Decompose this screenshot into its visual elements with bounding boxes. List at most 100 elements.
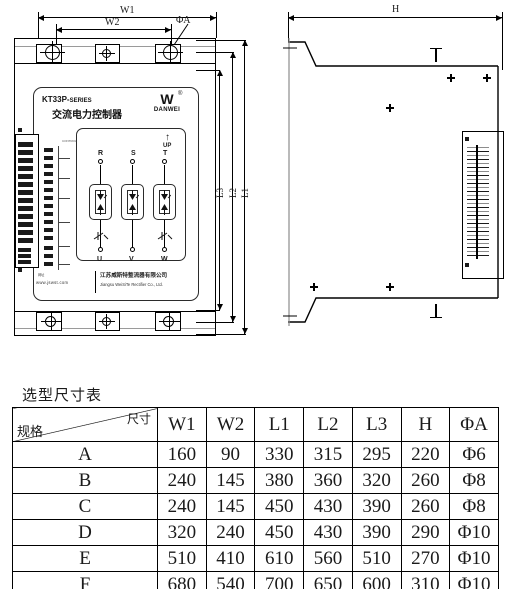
side-terminal-block-outline	[462, 131, 504, 279]
column-header-h: H	[400, 407, 451, 442]
phase-r-output-terminal	[98, 247, 103, 252]
nameplate-footer-divider	[95, 271, 96, 293]
reference-mark-bottom-left	[310, 283, 318, 291]
phase-s-top-wire	[132, 165, 133, 184]
l3-label: L3	[215, 188, 225, 198]
product-name-label: 交流电力控制器	[52, 110, 122, 121]
phase-t-input-label: T	[163, 150, 168, 157]
column-header-w2: W2	[205, 407, 256, 442]
cell-f-h: 310	[400, 571, 451, 589]
top-clip-cap	[430, 48, 442, 49]
website-cn-label: 网址	[38, 273, 45, 277]
phase-s-output-terminal	[130, 247, 135, 252]
phase-t-thyristor-glyph	[161, 190, 171, 215]
column-header-l3: L3	[351, 407, 402, 442]
cell-d-l3: 390	[351, 519, 402, 546]
cell-f-w2: 540	[205, 571, 256, 589]
phase-v-output-label: V	[129, 256, 134, 263]
cell-f-phi-a: Φ10	[449, 571, 499, 589]
phase-t-top-wire	[164, 165, 165, 184]
company-name-en-label: Jiangsu WeiSiTe Rectifier Co., Ltd.	[100, 282, 163, 287]
phase-t-fuse-symbol	[157, 232, 173, 240]
terminal-anchor-top	[18, 128, 22, 132]
cell-c-w2: 145	[205, 493, 256, 520]
cell-d-w2: 240	[205, 519, 256, 546]
w1-extension-right	[216, 12, 217, 38]
table-row: F 680 540 700 650 600 310 Φ10	[12, 571, 499, 589]
cell-b-l3: 320	[351, 467, 402, 494]
cell-e-l1: 610	[254, 545, 305, 572]
phase-s-thyristor-glyph	[129, 190, 139, 215]
cell-b-w2: 145	[205, 467, 256, 494]
top-panel-edge	[15, 63, 215, 64]
phase-s-bottom-wire	[132, 220, 133, 248]
model-suffix-text: SERIES	[69, 98, 92, 104]
up-label: UP	[163, 143, 172, 149]
w1-label: W1	[120, 5, 135, 16]
table-row: E 510 410 610 560 510 270 Φ10	[12, 545, 499, 572]
cell-d-l2: 430	[303, 519, 353, 546]
phase-t-input-terminal	[162, 159, 167, 164]
l1-label: L1	[240, 188, 250, 198]
phase-r-top-wire	[100, 165, 101, 184]
top-clip-mark	[435, 48, 437, 62]
cell-c-phi-a: Φ8	[449, 493, 499, 520]
phase-s-input-label: S	[131, 150, 136, 157]
corner-spec-label: 规格	[17, 425, 44, 440]
phase-r-input-label: R	[98, 150, 104, 157]
model-label: KT33P-SERIES	[42, 95, 92, 104]
l1-extension-top	[196, 40, 246, 41]
cell-b-h: 260	[400, 467, 451, 494]
l2-extension-top	[196, 52, 234, 53]
bottom-clip-mark	[435, 304, 437, 318]
cell-a-l2: 315	[303, 441, 353, 468]
selection-dimension-table: 尺寸 规格 W1 W2 L1 L2 L3 H ΦA A 160 90 330 3…	[12, 407, 499, 589]
table-corner-cell: 尺寸 规格	[12, 407, 158, 442]
cell-d-phi-a: Φ10	[449, 519, 499, 546]
technical-drawing-page: W1 W2 ΦA KT33P-SERIES 交流电力控制器 W ® DANWEI…	[0, 0, 511, 589]
cell-c-l2: 430	[303, 493, 353, 520]
cell-a-phi-a: Φ6	[449, 441, 499, 468]
drawing-area: W1 W2 ΦA KT33P-SERIES 交流电力控制器 W ® DANWEI…	[0, 0, 511, 372]
terminal-anchor-bottom	[18, 268, 22, 272]
phase-r-input-terminal	[98, 159, 103, 164]
w2-label: W2	[105, 17, 120, 28]
website-label: www.jswst.com	[36, 280, 69, 285]
cell-e-l3: 510	[351, 545, 402, 572]
cell-e-phi-a: Φ10	[449, 545, 499, 572]
row-spec-d: D	[12, 519, 158, 546]
cell-b-l2: 360	[303, 467, 353, 494]
phase-w-output-label: W	[161, 256, 168, 263]
cell-c-w1: 240	[157, 493, 207, 520]
table-row: D 320 240 450 430 390 290 Φ10	[12, 519, 499, 546]
cell-a-l3: 295	[351, 441, 402, 468]
row-spec-a: A	[12, 441, 158, 468]
side-terminal-anchor-bottom	[465, 263, 469, 267]
registered-trademark-icon: ®	[178, 91, 183, 97]
l3-extension-bottom	[196, 310, 220, 311]
danwei-brand-label: DANWEI	[153, 107, 181, 113]
l1-dimension-line	[241, 40, 248, 334]
cell-d-h: 290	[400, 519, 451, 546]
cell-e-h: 270	[400, 545, 451, 572]
row-spec-f: F	[12, 571, 158, 589]
row-spec-c: C	[12, 493, 158, 520]
reference-mark-top-far-right	[483, 74, 491, 82]
bottom-clip-cap	[430, 317, 442, 318]
cell-e-l2: 560	[303, 545, 353, 572]
up-arrow-icon: ↑	[165, 132, 170, 143]
cell-a-w2: 90	[205, 441, 256, 468]
phase-t-output-terminal	[162, 247, 167, 252]
l1-extension-bottom	[196, 334, 246, 335]
cell-a-l1: 330	[254, 441, 305, 468]
column-header-l1: L1	[254, 407, 305, 442]
cell-c-h: 260	[400, 493, 451, 520]
phase-s-input-terminal	[130, 159, 135, 164]
cell-f-w1: 680	[157, 571, 207, 589]
reference-mark-bottom-center	[386, 283, 394, 291]
h-dimension-line	[288, 14, 502, 21]
model-text: KT33P-	[42, 95, 70, 104]
table-header-row: 尺寸 规格 W1 W2 L1 L2 L3 H ΦA	[12, 407, 499, 442]
side-terminal-anchor-top	[465, 137, 469, 141]
phase-u-output-label: U	[97, 256, 103, 263]
